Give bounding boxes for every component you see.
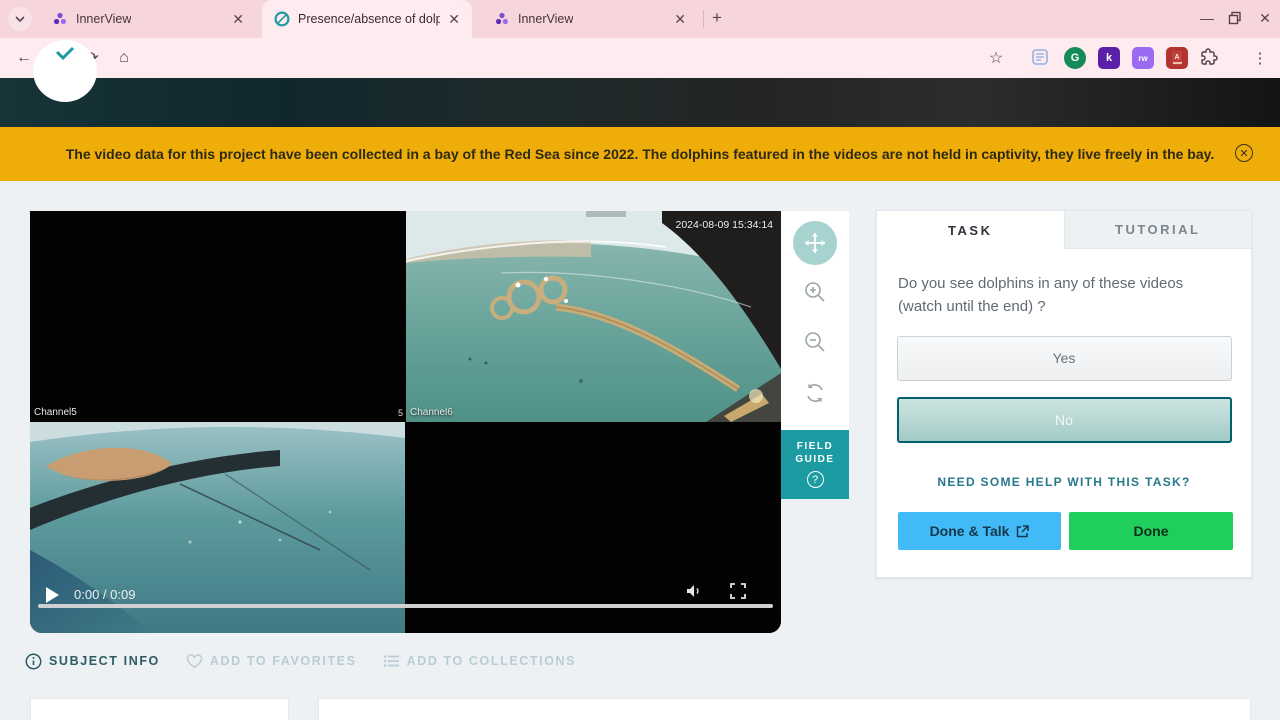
- camera-timestamp: 2024-08-09 15:34:14: [675, 219, 774, 231]
- tab-innerview-2[interactable]: InnerView ✕: [484, 0, 696, 38]
- bookmark-star-icon[interactable]: ☆: [982, 44, 1010, 72]
- rotate-button[interactable]: [781, 371, 849, 415]
- tab-title: Presence/absence of dolphins: [298, 12, 441, 26]
- add-to-collections-link[interactable]: ADD TO COLLECTIONS: [383, 654, 577, 668]
- dictionary-extension-icon[interactable]: A: [1166, 47, 1188, 69]
- task-help-link[interactable]: NEED SOME HELP WITH THIS TASK?: [877, 475, 1251, 489]
- field-guide-label: GUIDE: [795, 454, 835, 465]
- tab-close-icon[interactable]: ✕: [448, 12, 460, 26]
- external-link-icon: [1017, 524, 1030, 537]
- task-actions: Done & Talk Done: [898, 512, 1233, 550]
- chevron-down-icon: [15, 16, 25, 22]
- info-icon: [25, 653, 42, 669]
- metadata-card-right: [318, 698, 1251, 720]
- tab-search-button[interactable]: [8, 7, 32, 31]
- task-panel-tabs: TASK TUTORIAL: [877, 211, 1251, 249]
- zoom-in-button[interactable]: [781, 270, 849, 314]
- readwrite-extension-icon[interactable]: rw: [1132, 47, 1154, 69]
- field-guide-button[interactable]: FIELD GUIDE ?: [781, 430, 849, 499]
- subject-video-player[interactable]: Channel5 5 2024-08-09 15:34:14 Channel6 …: [30, 211, 781, 633]
- pan-tool-button[interactable]: [793, 221, 837, 265]
- project-banner: The video data for this project have bee…: [0, 127, 1280, 181]
- kami-extension-icon[interactable]: k: [1098, 47, 1120, 69]
- done-and-talk-label: Done & Talk: [929, 523, 1010, 539]
- add-to-collections-label: ADD TO COLLECTIONS: [406, 654, 577, 668]
- add-to-favorites-link[interactable]: ADD TO FAVORITES: [186, 653, 357, 669]
- add-to-favorites-label: ADD TO FAVORITES: [209, 654, 357, 668]
- task-question: Do you see dolphins in any of these vide…: [898, 275, 1184, 315]
- done-and-talk-button[interactable]: Done & Talk: [898, 512, 1061, 550]
- grammarly-extension-icon[interactable]: G: [1064, 47, 1086, 69]
- banner-text: The video data for this project have bee…: [65, 145, 1215, 162]
- play-button[interactable]: [46, 587, 59, 603]
- answer-yes-button[interactable]: Yes: [896, 336, 1232, 381]
- metadata-card-left: [30, 698, 289, 720]
- move-icon: [805, 233, 825, 253]
- zoom-in-icon: [805, 282, 825, 302]
- svg-text:A: A: [1174, 54, 1179, 61]
- video-progress-bar[interactable]: [38, 604, 773, 608]
- innerview-favicon-icon: [54, 12, 66, 25]
- zoom-out-button[interactable]: [781, 320, 849, 364]
- new-tab-button[interactable]: +: [712, 8, 722, 28]
- rotate-icon: [807, 383, 823, 403]
- reading-mode-extension-icon[interactable]: [1030, 47, 1050, 72]
- home-button[interactable]: ⌂: [110, 44, 138, 72]
- tab-tutorial[interactable]: TUTORIAL: [1063, 211, 1251, 249]
- project-header-image: [0, 78, 1280, 127]
- help-question-icon: ?: [806, 471, 824, 488]
- tab-title: InnerView: [76, 12, 132, 26]
- project-avatar-mark-icon: [55, 46, 75, 61]
- innerview-favicon-icon: [496, 12, 508, 25]
- project-avatar[interactable]: [33, 40, 97, 102]
- collections-list-icon: [383, 655, 399, 667]
- video-controls: 0:00 / 0:09 ⋮: [30, 571, 781, 633]
- subject-info-label: SUBJECT INFO: [49, 654, 160, 668]
- camera-view-channel5: Channel5 5: [30, 211, 405, 422]
- camera-label: Channel6: [410, 407, 453, 418]
- time-display: 0:00 / 0:09: [74, 587, 136, 602]
- tab-innerview-1[interactable]: InnerView ✕: [42, 0, 254, 38]
- tab-dolphins-active[interactable]: Presence/absence of dolphins ✕: [262, 0, 472, 38]
- close-window-button[interactable]: ✕: [1250, 10, 1280, 27]
- camera-view-channel6: 2024-08-09 15:34:14 Channel6: [406, 211, 781, 422]
- restore-icon: [1228, 11, 1241, 25]
- video-menu-icon[interactable]: ⋮: [778, 589, 781, 607]
- tab-task[interactable]: TASK: [877, 211, 1064, 249]
- tab-title: InnerView: [518, 12, 574, 26]
- browser-toolbar: ← → ⟳ ⌂ zooniverse.org/projects/sumbredo…: [0, 38, 1280, 111]
- subject-info-link[interactable]: SUBJECT INFO: [25, 653, 160, 670]
- heart-icon: [186, 653, 203, 668]
- restore-button[interactable]: [1228, 11, 1242, 30]
- tab-divider: [703, 10, 704, 28]
- subject-meta-bar: SUBJECT INFO ADD TO FAVORITES ADD TO COL…: [25, 651, 576, 671]
- done-button[interactable]: Done: [1069, 512, 1233, 550]
- browser-tab-strip: InnerView ✕ Presence/absence of dolphins…: [0, 0, 1280, 38]
- kami-letter: k: [1105, 52, 1113, 64]
- zoom-out-icon: [805, 332, 825, 352]
- extensions-puzzle-icon[interactable]: [1198, 47, 1218, 72]
- field-guide-label: FIELD: [796, 441, 834, 452]
- minimize-button[interactable]: —: [1192, 10, 1222, 26]
- tab-close-icon[interactable]: ✕: [232, 12, 244, 26]
- zooniverse-favicon-icon: [274, 11, 290, 27]
- browser-menu-icon[interactable]: ⋮: [1246, 44, 1274, 72]
- task-panel: TASK TUTORIAL Do you see dolphins in any…: [876, 210, 1252, 578]
- bay-camera-scene: [406, 211, 781, 422]
- fullscreen-icon[interactable]: [730, 583, 746, 604]
- rw-letters: rw: [1138, 53, 1148, 63]
- volume-icon[interactable]: [685, 583, 703, 604]
- camera-label: Channel5: [34, 407, 77, 418]
- grammarly-letter: G: [1070, 52, 1080, 64]
- camera-corner-digit: 5: [397, 408, 403, 418]
- banner-close-icon[interactable]: ✕: [1235, 144, 1253, 162]
- answer-no-button[interactable]: No: [896, 397, 1232, 443]
- tab-close-icon[interactable]: ✕: [674, 12, 686, 26]
